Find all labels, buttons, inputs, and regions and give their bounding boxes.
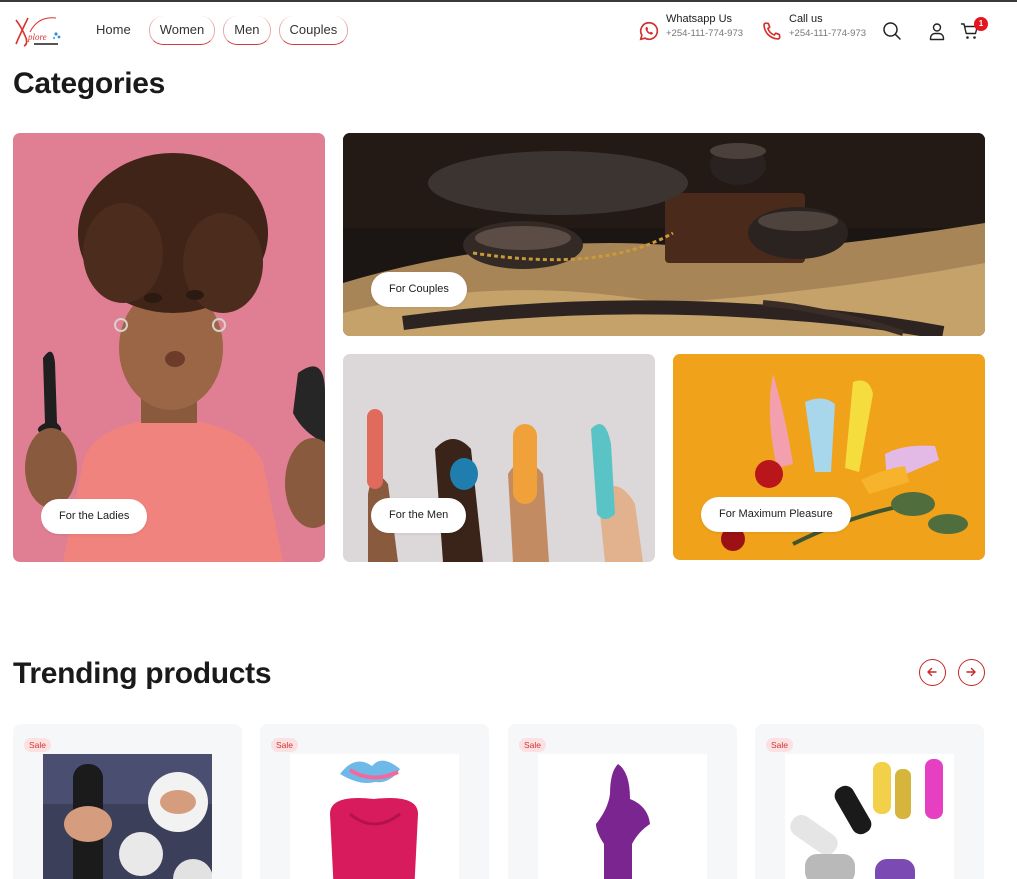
categories-heading: Categories <box>13 67 166 100</box>
category-button-ladies[interactable]: For the Ladies <box>41 499 148 534</box>
product-card[interactable]: Sale <box>13 724 242 879</box>
product-card[interactable]: Sale <box>260 724 489 879</box>
trending-heading: Trending products <box>13 657 272 690</box>
nav-men[interactable]: Men <box>223 16 271 45</box>
call-contact[interactable]: Call us +254-111-774-973 <box>761 12 866 42</box>
whatsapp-phone: +254-111-774-973 <box>666 28 744 39</box>
sale-badge: Sale <box>766 738 794 752</box>
sale-badge: Sale <box>519 738 547 752</box>
nav-couples[interactable]: Couples <box>278 16 349 45</box>
product-image <box>538 754 707 879</box>
product-image <box>785 754 954 879</box>
carousel-prev-button[interactable] <box>919 659 946 686</box>
site-header: plore Home Women Men Couples Whatsapp Us… <box>0 2 1017 58</box>
cart-count-badge: 1 <box>974 17 988 31</box>
nav-home[interactable]: Home <box>86 16 141 45</box>
call-phone: +254-111-774-973 <box>789 28 867 39</box>
carousel-next-button[interactable] <box>958 659 985 686</box>
phone-icon <box>761 20 783 42</box>
user-icon[interactable] <box>927 21 947 41</box>
arrow-right-icon <box>966 667 976 677</box>
category-card-couples[interactable]: For Couples <box>343 133 985 336</box>
call-title: Call us <box>789 13 823 25</box>
category-card-ladies[interactable]: For the Ladies <box>13 133 325 562</box>
category-card-maximum-pleasure[interactable]: For Maximum Pleasure <box>673 354 985 560</box>
product-image <box>43 754 212 879</box>
sale-badge: Sale <box>271 738 299 752</box>
main-nav: Home Women Men Couples <box>86 16 349 45</box>
brand-logo[interactable]: plore <box>12 10 64 52</box>
ladies-photo <box>13 133 325 562</box>
nav-women[interactable]: Women <box>148 16 216 45</box>
whatsapp-contact[interactable]: Whatsapp Us +254-111-774-973 <box>638 12 743 42</box>
product-card[interactable]: Sale <box>508 724 737 879</box>
product-image <box>290 754 459 879</box>
category-button-maximum-pleasure[interactable]: For Maximum Pleasure <box>701 497 851 532</box>
svg-text:plore: plore <box>27 32 47 42</box>
whatsapp-icon <box>638 20 660 42</box>
product-card[interactable]: Sale <box>755 724 984 879</box>
search-icon[interactable] <box>882 21 902 41</box>
category-button-men[interactable]: For the Men <box>371 498 467 533</box>
whatsapp-title: Whatsapp Us <box>666 13 733 25</box>
sale-badge: Sale <box>24 738 52 752</box>
category-card-men[interactable]: For the Men <box>343 354 655 562</box>
category-button-couples[interactable]: For Couples <box>371 272 467 307</box>
arrow-left-icon <box>927 667 937 677</box>
